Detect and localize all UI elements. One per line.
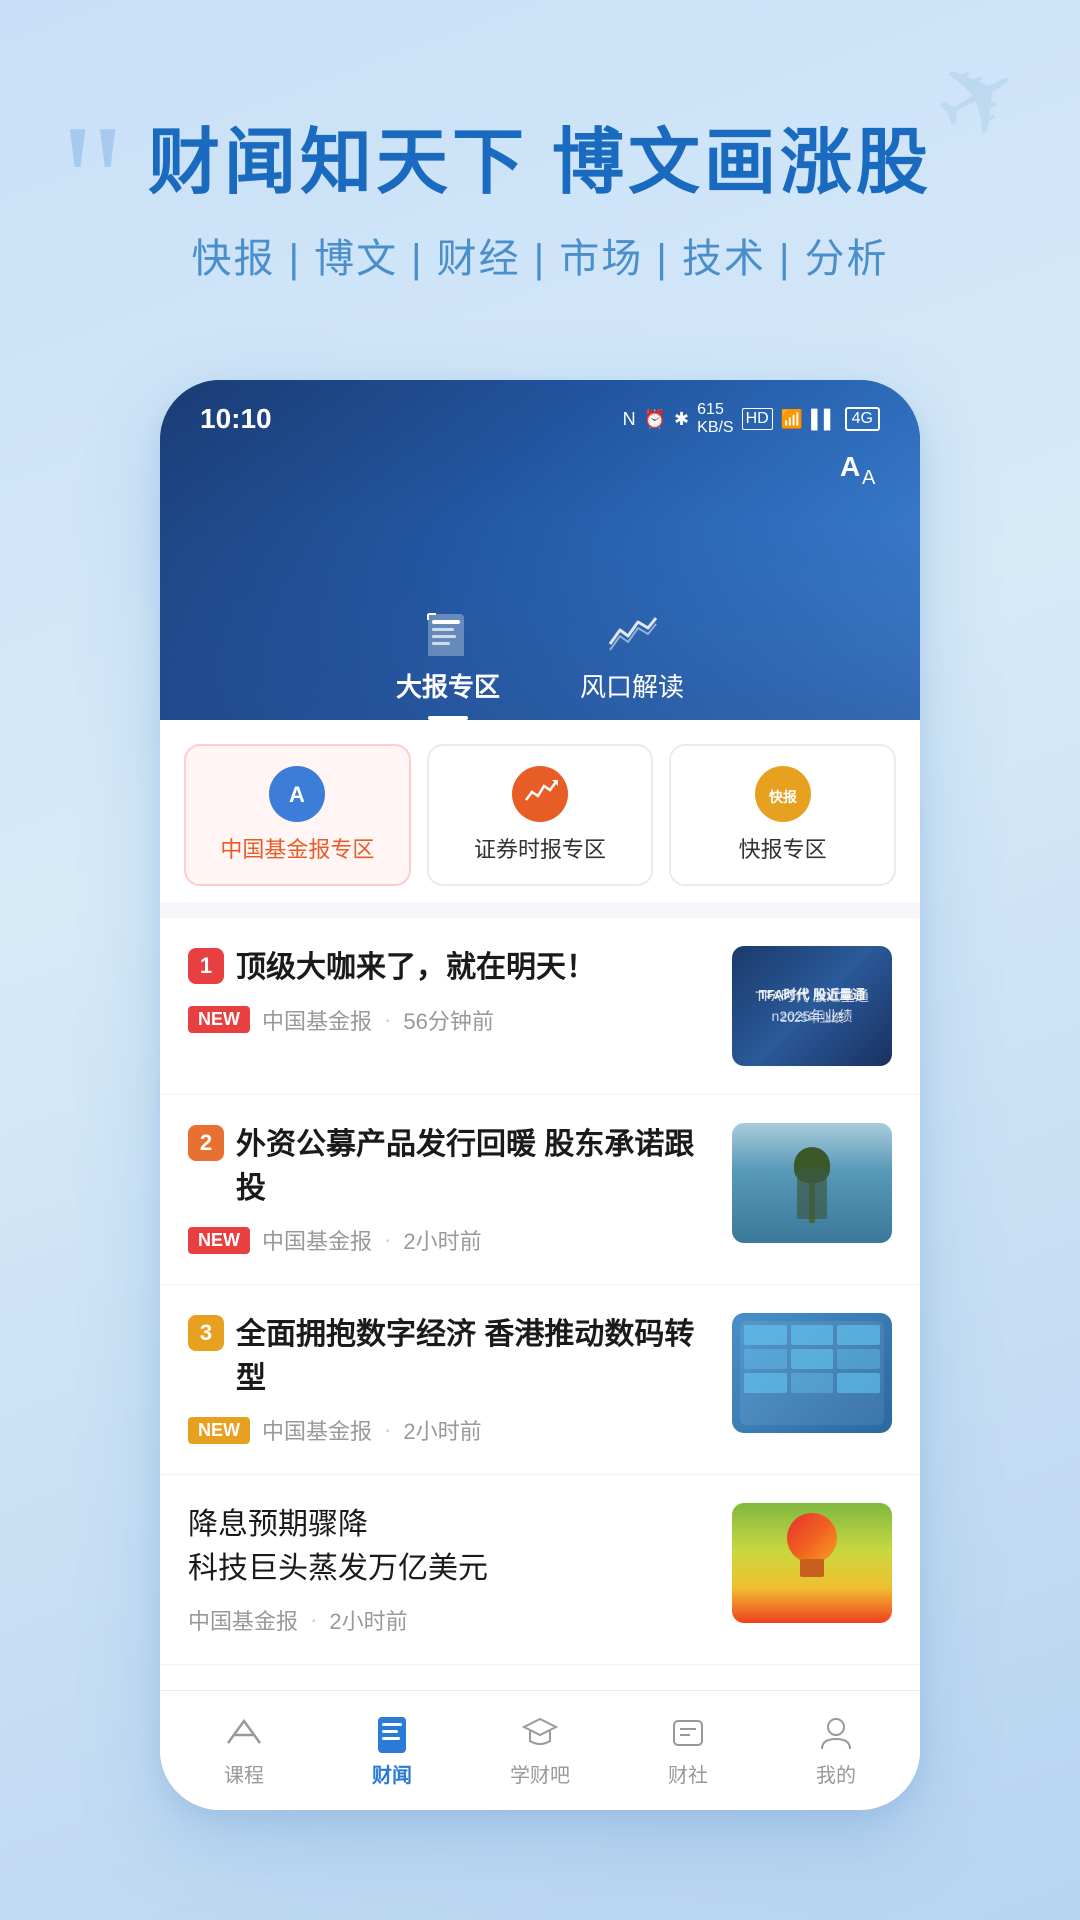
zhengquan-icon <box>512 766 568 822</box>
news-title-3: 全面拥抱数字经济 香港推动数码转型 <box>236 1313 712 1400</box>
category-tab-kuaibao[interactable]: 快报 快报专区 <box>669 744 896 886</box>
rank-badge-3: 3 <box>188 1315 224 1351</box>
bottom-nav: 课程 财闻 学财吧 <box>160 1690 920 1810</box>
news-meta-4: 中国基金报 · 2小时前 <box>188 1604 712 1636</box>
news-source-1: 中国基金报 <box>262 1004 372 1036</box>
hero-title: 财闻知天下 博文画涨股 <box>80 120 1000 206</box>
tab-fengkou-label: 风口解读 <box>580 667 684 704</box>
news-dot-1: · <box>384 1007 391 1033</box>
news-tag-new-3: NEW <box>188 1417 250 1444</box>
news-time-2: 2小时前 <box>403 1224 481 1256</box>
news-item[interactable]: 1 顶级大咖来了，就在明天！ NEW 中国基金报 · 56分钟前 TFA时代 股… <box>160 918 920 1095</box>
news-title-2: 外资公募产品发行回暖 股东承诺跟投 <box>236 1123 712 1210</box>
font-size-icon[interactable]: A A <box>840 450 880 494</box>
jijin-label: 中国基金报专区 <box>220 832 374 864</box>
news-title-row: 2 外资公募产品发行回暖 股东承诺跟投 <box>188 1123 712 1210</box>
xuecaiba-icon <box>520 1713 560 1753</box>
header-tabs: 大报专区 风口解读 <box>160 609 920 720</box>
news-item[interactable]: 降息预期骤降科技巨头蒸发万亿美元 中国基金报 · 2小时前 <box>160 1475 920 1665</box>
news-tag-new-1: NEW <box>188 1006 250 1033</box>
tab-dabo-label: 大报专区 <box>396 667 500 704</box>
news-item[interactable]: 3 全面拥抱数字经济 香港推动数码转型 NEW 中国基金报 · 2小时前 <box>160 1285 920 1475</box>
news-meta-3: NEW 中国基金报 · 2小时前 <box>188 1414 712 1446</box>
news-item-left: 3 全面拥抱数字经济 香港推动数码转型 NEW 中国基金报 · 2小时前 <box>188 1313 712 1446</box>
news-title-row: 1 顶级大咖来了，就在明天！ <box>188 946 712 990</box>
news-meta-2: NEW 中国基金报 · 2小时前 <box>188 1224 712 1256</box>
news-title-1: 顶级大咖来了，就在明天！ <box>236 946 712 990</box>
news-time-1: 56分钟前 <box>403 1004 493 1036</box>
news-source-3: 中国基金报 <box>262 1414 372 1446</box>
phone-header: 10:10 N ⏰ ✱ 615KB/S HD 📶 ▌▌ 4G A A <box>160 380 920 720</box>
alarm-icon: ⏰ <box>644 409 666 430</box>
nav-label-xuecaiba: 学财吧 <box>510 1759 570 1788</box>
phone-mockup: 10:10 N ⏰ ✱ 615KB/S HD 📶 ▌▌ 4G A A <box>160 380 920 1810</box>
news-meta-1: NEW 中国基金报 · 56分钟前 <box>188 1004 712 1036</box>
bluetooth-icon: ✱ <box>674 409 689 430</box>
svg-text:A: A <box>840 451 860 482</box>
news-dot-3: · <box>384 1417 391 1443</box>
kecheng-icon <box>224 1713 264 1753</box>
news-tag-new-2: NEW <box>188 1227 250 1254</box>
nav-item-xuecaiba[interactable]: 学财吧 <box>466 1713 614 1788</box>
tab-dabo[interactable]: 大报专区 <box>396 609 500 720</box>
svg-text:快报: 快报 <box>769 789 797 805</box>
nav-item-caishe[interactable]: 财社 <box>614 1713 762 1788</box>
status-time: 10:10 <box>200 403 272 435</box>
battery-icon: 4G <box>845 407 880 431</box>
news-list: 1 顶级大咖来了，就在明天！ NEW 中国基金报 · 56分钟前 TFA时代 股… <box>160 918 920 1810</box>
tab-fengkou[interactable]: 风口解读 <box>580 609 684 720</box>
nav-label-caishe: 财社 <box>668 1759 708 1788</box>
caishe-icon <box>668 1713 708 1753</box>
news-time-3: 2小时前 <box>403 1414 481 1446</box>
news-source-2: 中国基金报 <box>262 1224 372 1256</box>
nav-label-wode: 我的 <box>816 1759 856 1788</box>
category-tab-jijin[interactable]: A 中国基金报专区 <box>184 744 411 886</box>
wode-icon <box>816 1713 856 1753</box>
caijian-icon <box>372 1713 412 1753</box>
notification-icon: N <box>623 409 636 430</box>
news-title-4: 降息预期骤降科技巨头蒸发万亿美元 <box>188 1503 712 1590</box>
news-thumb-1: TFA时代 股近量通 2025年业绩 <box>732 946 892 1066</box>
news-dot-4: · <box>310 1607 317 1633</box>
tab-fengkou-icon <box>602 609 662 659</box>
svg-text:A: A <box>862 467 876 486</box>
hero-section: 财闻知天下 博文画涨股 快报 | 博文 | 财经 | 市场 | 技术 | 分析 <box>0 120 1080 284</box>
svg-text:A: A <box>289 782 305 807</box>
kuaibao-label: 快报专区 <box>739 832 827 864</box>
nav-item-wode[interactable]: 我的 <box>762 1713 910 1788</box>
nav-label-kecheng: 课程 <box>224 1759 264 1788</box>
news-title-row: 3 全面拥抱数字经济 香港推动数码转型 <box>188 1313 712 1400</box>
hero-subtitle: 快报 | 博文 | 财经 | 市场 | 技术 | 分析 <box>80 226 1000 284</box>
nav-item-caijian[interactable]: 财闻 <box>318 1713 466 1788</box>
news-item[interactable]: 2 外资公募产品发行回暖 股东承诺跟投 NEW 中国基金报 · 2小时前 <box>160 1095 920 1285</box>
news-thumb-3 <box>732 1313 892 1433</box>
data-speed-icon: 615KB/S <box>697 401 733 437</box>
news-item-left: 1 顶级大咖来了，就在明天！ NEW 中国基金报 · 56分钟前 <box>188 946 712 1036</box>
news-item-left: 2 外资公募产品发行回暖 股东承诺跟投 NEW 中国基金报 · 2小时前 <box>188 1123 712 1256</box>
rank-badge-2: 2 <box>188 1125 224 1161</box>
news-dot-2: · <box>384 1227 391 1253</box>
wifi-icon: 📶 <box>781 409 803 430</box>
zhengquan-label: 证券时报专区 <box>474 832 606 864</box>
news-thumb-4 <box>732 1503 892 1623</box>
rank-badge-1: 1 <box>188 948 224 984</box>
phone-content: A 中国基金报专区 证券时报专区 快报 <box>160 720 920 1810</box>
nav-item-kecheng[interactable]: 课程 <box>170 1713 318 1788</box>
news-item-left: 降息预期骤降科技巨头蒸发万亿美元 中国基金报 · 2小时前 <box>188 1503 712 1636</box>
tab-dabo-icon <box>418 609 478 659</box>
news-source-4: 中国基金报 <box>188 1604 298 1636</box>
jijin-icon: A <box>269 766 325 822</box>
category-tab-zhengquan[interactable]: 证券时报专区 <box>427 744 654 886</box>
status-bar: 10:10 N ⏰ ✱ 615KB/S HD 📶 ▌▌ 4G <box>160 380 920 440</box>
signal-icon: ▌▌ <box>811 409 837 430</box>
hd-icon: HD <box>742 408 773 430</box>
status-icons: N ⏰ ✱ 615KB/S HD 📶 ▌▌ 4G <box>623 401 880 437</box>
news-thumb-2 <box>732 1123 892 1243</box>
news-time-4: 2小时前 <box>329 1604 407 1636</box>
nav-label-caijian: 财闻 <box>372 1759 412 1788</box>
category-tabs: A 中国基金报专区 证券时报专区 快报 <box>160 720 920 902</box>
kuaibao-icon: 快报 <box>755 766 811 822</box>
